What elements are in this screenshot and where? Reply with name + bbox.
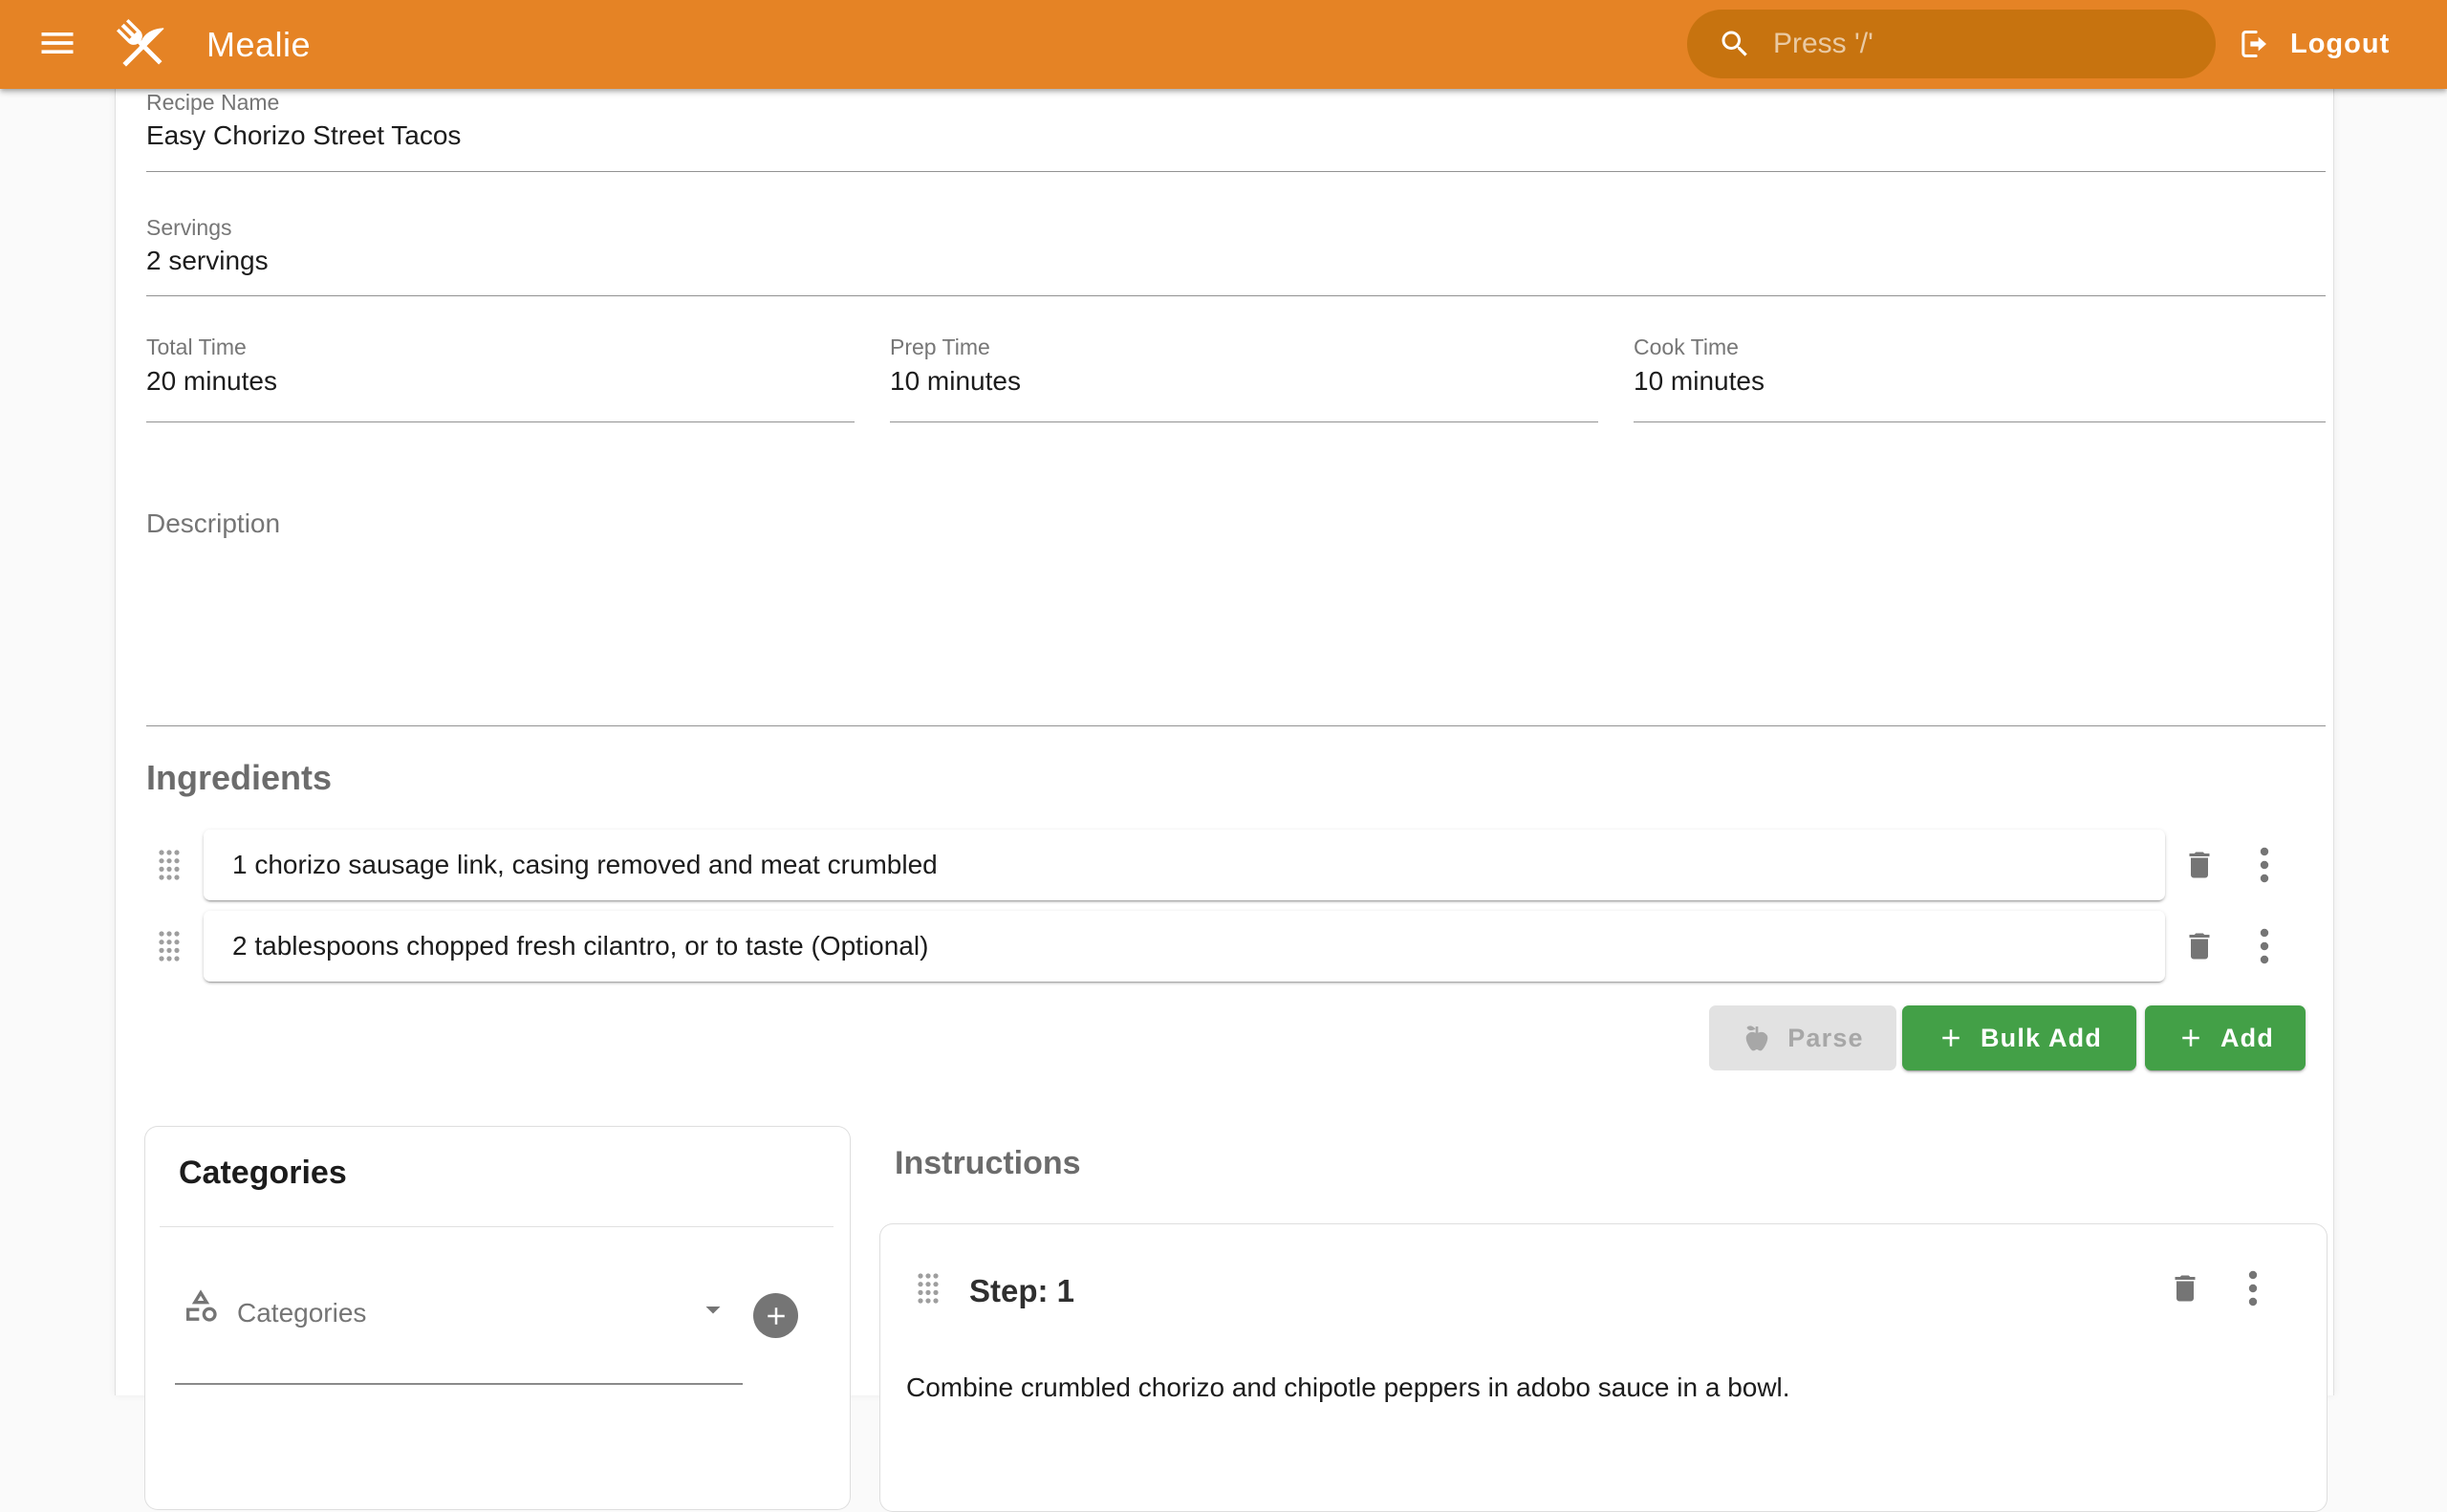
parse-button[interactable]: Parse xyxy=(1709,1005,1896,1070)
instructions-heading: Instructions xyxy=(895,1145,1081,1182)
description-underline xyxy=(146,725,2326,726)
step-text-input[interactable]: Combine crumbled chorizo and chipotle pe… xyxy=(906,1372,2283,1403)
logout-button[interactable]: Logout xyxy=(2233,15,2390,73)
categories-divider xyxy=(160,1226,834,1227)
prep-time-label: Prep Time xyxy=(890,335,990,360)
parse-label: Parse xyxy=(1787,1024,1864,1053)
description-textarea[interactable] xyxy=(146,545,2326,724)
bulk-add-label: Bulk Add xyxy=(1981,1024,2102,1053)
ingredient-input[interactable]: 2 tablespoons chopped fresh cilantro, or… xyxy=(204,911,2165,982)
prep-time-underline xyxy=(890,421,1598,422)
ingredients-heading: Ingredients xyxy=(146,758,332,798)
app-title: Mealie xyxy=(206,25,311,65)
recipe-name-input[interactable]: Easy Chorizo Street Tacos xyxy=(146,120,461,151)
add-label: Add xyxy=(2220,1024,2274,1053)
plus-icon xyxy=(1937,1024,1965,1052)
bulk-add-button[interactable]: Bulk Add xyxy=(1902,1005,2136,1070)
search-icon xyxy=(1718,27,1752,61)
logout-label: Logout xyxy=(2290,29,2390,60)
menu-icon[interactable] xyxy=(34,21,80,67)
servings-underline xyxy=(146,295,2326,296)
total-time-underline xyxy=(146,421,855,422)
categories-select-label: Categories xyxy=(237,1298,366,1328)
step-menu-button[interactable] xyxy=(2248,1270,2258,1307)
plus-icon xyxy=(762,1302,790,1330)
logout-icon xyxy=(2233,25,2271,63)
recipe-name-underline xyxy=(146,171,2326,172)
kebab-icon xyxy=(2248,1270,2258,1307)
ingredient-input[interactable]: 1 chorizo sausage link, casing removed a… xyxy=(204,830,2165,900)
trash-icon xyxy=(2168,1271,2202,1306)
kebab-icon xyxy=(2260,847,2269,883)
recipe-name-label: Recipe Name xyxy=(146,90,279,116)
add-category-button[interactable] xyxy=(753,1293,798,1338)
cook-time-label: Cook Time xyxy=(1634,335,1739,360)
kebab-icon xyxy=(2260,928,2269,964)
trash-icon xyxy=(2182,848,2217,882)
ingredient-menu-button[interactable] xyxy=(2260,928,2269,964)
shapes-icon xyxy=(182,1286,220,1325)
drag-handle-icon[interactable] xyxy=(157,848,182,882)
mealie-logo-icon xyxy=(111,13,172,75)
chevron-down-icon[interactable] xyxy=(696,1292,730,1327)
categories-select-underline xyxy=(175,1383,743,1385)
drag-handle-icon[interactable] xyxy=(157,929,182,963)
hamburger-icon xyxy=(36,22,78,64)
categories-card-title: Categories xyxy=(179,1155,347,1192)
delete-step-button[interactable] xyxy=(2168,1271,2202,1306)
total-time-input[interactable]: 20 minutes xyxy=(146,366,277,397)
delete-ingredient-button[interactable] xyxy=(2182,929,2217,963)
description-label: Description xyxy=(146,508,280,539)
step-title: Step: 1 xyxy=(969,1273,1074,1309)
instruction-step-card xyxy=(879,1223,2328,1512)
trash-icon xyxy=(2182,929,2217,963)
plus-icon xyxy=(2176,1024,2205,1052)
add-ingredient-button[interactable]: Add xyxy=(2145,1005,2306,1070)
search-placeholder: Press '/' xyxy=(1773,28,1873,60)
total-time-label: Total Time xyxy=(146,335,247,360)
ingredient-text: 2 tablespoons chopped fresh cilantro, or… xyxy=(232,931,928,961)
delete-ingredient-button[interactable] xyxy=(2182,848,2217,882)
search-input[interactable]: Press '/' xyxy=(1687,10,2216,78)
servings-label: Servings xyxy=(146,215,231,241)
ingredient-text: 1 chorizo sausage link, casing removed a… xyxy=(232,850,938,880)
ingredient-menu-button[interactable] xyxy=(2260,847,2269,883)
app-bar: Mealie Press '/' Logout xyxy=(0,0,2447,89)
prep-time-input[interactable]: 10 minutes xyxy=(890,366,1021,397)
servings-input[interactable]: 2 servings xyxy=(146,246,269,276)
drag-handle-icon[interactable] xyxy=(916,1271,941,1306)
cook-time-input[interactable]: 10 minutes xyxy=(1634,366,1765,397)
cook-time-underline xyxy=(1634,421,2326,422)
apple-icon xyxy=(1742,1023,1772,1053)
